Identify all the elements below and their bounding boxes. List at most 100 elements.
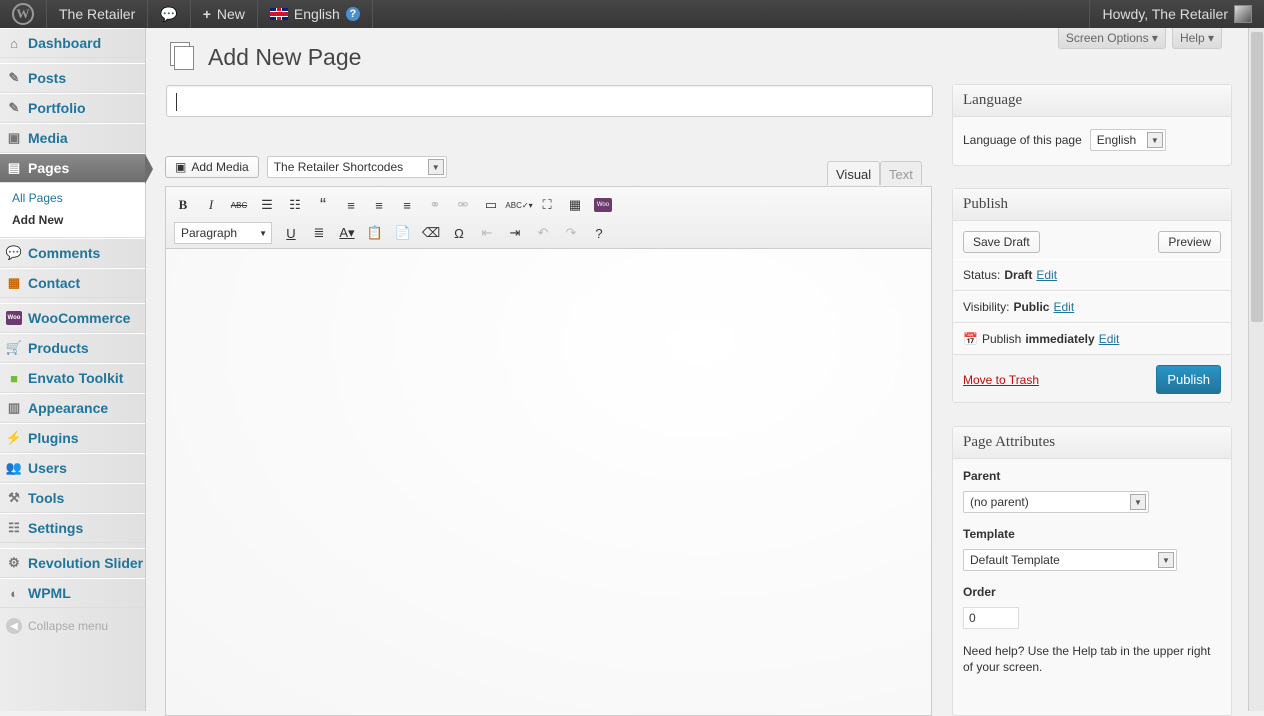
align-left-button[interactable]: ≡ (342, 196, 360, 214)
pin-icon: ✎ (8, 70, 20, 85)
menu-envato-toolkit[interactable]: ■ Envato Toolkit (0, 363, 145, 393)
title-input[interactable] (166, 85, 933, 117)
move-to-trash-link[interactable]: Move to Trash (963, 373, 1039, 387)
menu-revolution-slider[interactable]: ⚙ Revolution Slider (0, 548, 145, 578)
underline-button[interactable]: U (282, 224, 300, 242)
numbered-list-button[interactable]: ☷ (286, 196, 304, 214)
submenu-all-pages[interactable]: All Pages (0, 187, 145, 209)
paste-word-button[interactable]: 📄 (394, 224, 412, 242)
publish-box: Publish Save Draft Preview Status: Draft E… (952, 188, 1232, 403)
add-media-button[interactable]: ▣ Add Media (165, 156, 259, 178)
screen-meta-links: Screen Options ▾ Help ▾ (1057, 28, 1222, 49)
edit-status-link[interactable]: Edit (1036, 268, 1057, 282)
uk-flag-icon (269, 8, 288, 20)
edit-visibility-link[interactable]: Edit (1053, 300, 1074, 314)
menu-appearance[interactable]: ▥ Appearance (0, 393, 145, 423)
redo-button[interactable]: ↷ (562, 224, 580, 242)
bold-button[interactable]: B (174, 196, 192, 214)
account-menu[interactable]: Howdy, The Retailer (1089, 0, 1264, 28)
fullscreen-button[interactable]: ⛶ (538, 196, 556, 214)
language-box: Language Language of this page English ▼ (952, 84, 1232, 166)
wp-logo-menu[interactable]: W (0, 0, 47, 28)
menu-tools[interactable]: ⚒ Tools (0, 483, 145, 513)
help-tab[interactable]: Help ▾ (1171, 28, 1222, 49)
special-character-button[interactable]: Ω (450, 224, 468, 242)
menu-comments[interactable]: 💬 Comments (0, 238, 145, 268)
wordpress-icon: W (12, 3, 34, 25)
chevron-down-icon: ▼ (1158, 552, 1174, 568)
language-select[interactable]: English ▼ (1089, 129, 1166, 151)
menu-wpml[interactable]: ◐ WPML (0, 578, 145, 608)
text-color-button[interactable]: A▾ (338, 224, 356, 242)
page-scrollbar[interactable] (1248, 28, 1264, 711)
preview-button[interactable]: Preview (1158, 231, 1221, 253)
publish-button[interactable]: Publish (1156, 365, 1221, 394)
menu-dashboard[interactable]: ⌂ Dashboard (0, 28, 145, 58)
format-select[interactable]: Paragraph (174, 222, 272, 244)
plus-icon: + (202, 6, 211, 22)
menu-users[interactable]: 👥 Users (0, 453, 145, 483)
plug-icon: ⚡ (5, 430, 23, 445)
submenu-add-new[interactable]: Add New (0, 209, 145, 231)
template-select[interactable]: Default Template ▼ (963, 549, 1177, 571)
pin-icon: ✎ (8, 100, 20, 115)
site-name-link[interactable]: The Retailer (47, 0, 149, 28)
indent-button[interactable]: ⇥ (506, 224, 524, 242)
page-attributes-title: Page Attributes (953, 427, 1231, 459)
screen-options-tab[interactable]: Screen Options ▾ (1057, 28, 1166, 49)
menu-products[interactable]: 🛒 Products (0, 333, 145, 363)
appearance-icon: ▥ (7, 400, 21, 415)
align-right-button[interactable]: ≡ (398, 196, 416, 214)
order-input[interactable]: 0 (963, 607, 1019, 629)
help-icon[interactable]: ? (345, 7, 360, 21)
save-draft-button[interactable]: Save Draft (963, 231, 1040, 253)
tab-text[interactable]: Text (880, 161, 922, 185)
content-editor: B I ABC ☰ ☷ “ ≡ ≡ ≡ ⚭ ⚮ ▭ ABC✓▾ ⛶ ▦ Woo … (165, 186, 932, 716)
menu-portfolio[interactable]: ✎ Portfolio (0, 93, 145, 123)
media-icon: ▣ (7, 130, 21, 145)
visibility-row: Visibility: Public Edit (953, 291, 1231, 323)
publish-box-title: Publish (953, 189, 1231, 221)
home-icon: ⌂ (10, 35, 18, 51)
new-content-menu[interactable]: + New (191, 0, 258, 28)
menu-pages[interactable]: ▤ Pages (0, 153, 153, 184)
italic-button[interactable]: I (202, 196, 220, 214)
edit-schedule-link[interactable]: Edit (1099, 332, 1120, 346)
schedule-row: 📅 Publish immediately Edit (953, 323, 1231, 355)
parent-label: Parent (963, 469, 1001, 483)
link-button[interactable]: ⚭ (426, 196, 444, 214)
align-center-button[interactable]: ≡ (370, 196, 388, 214)
menu-woocommerce[interactable]: Woo WooCommerce (0, 303, 145, 333)
contact-icon: ▦ (7, 275, 21, 290)
kitchen-sink-button[interactable]: ▦ (566, 196, 584, 214)
menu-contact[interactable]: ▦ Contact (0, 268, 145, 298)
blockquote-button[interactable]: “ (314, 195, 332, 215)
justify-button[interactable]: ≣ (310, 224, 328, 242)
woocommerce-shortcode-button[interactable]: Woo (594, 196, 612, 214)
undo-button[interactable]: ↶ (534, 224, 552, 242)
cart-icon: 🛒 (5, 340, 23, 355)
strikethrough-button[interactable]: ABC (230, 196, 248, 214)
gear-icon: ⚙ (8, 555, 20, 570)
outdent-button[interactable]: ⇤ (478, 224, 496, 242)
paste-text-button[interactable]: 📋 (366, 224, 384, 242)
more-tag-button[interactable]: ▭ (482, 196, 500, 214)
tab-visual[interactable]: Visual (827, 161, 881, 185)
menu-settings[interactable]: ☷ Settings (0, 513, 145, 543)
pages-submenu: All Pages Add New (0, 183, 145, 238)
spellcheck-button[interactable]: ABC✓▾ (505, 196, 532, 214)
bullet-list-button[interactable]: ☰ (258, 196, 276, 214)
parent-select[interactable]: (no parent) ▼ (963, 491, 1149, 513)
clear-formatting-button[interactable]: ⌫ (422, 224, 440, 242)
language-switcher[interactable]: English? (258, 0, 373, 28)
unlink-button[interactable]: ⚮ (454, 196, 472, 214)
help-button[interactable]: ? (590, 224, 608, 242)
shortcodes-select[interactable]: The Retailer Shortcodes ▼ (266, 156, 447, 178)
collapse-menu-button[interactable]: ◀ Collapse menu (0, 608, 145, 644)
comments-link[interactable]: 💬 (148, 0, 191, 28)
menu-posts[interactable]: ✎ Posts (0, 63, 145, 93)
scroll-thumb[interactable] (1251, 32, 1263, 322)
editor-body[interactable] (166, 249, 931, 715)
menu-plugins[interactable]: ⚡ Plugins (0, 423, 145, 453)
menu-media[interactable]: ▣ Media (0, 123, 145, 153)
